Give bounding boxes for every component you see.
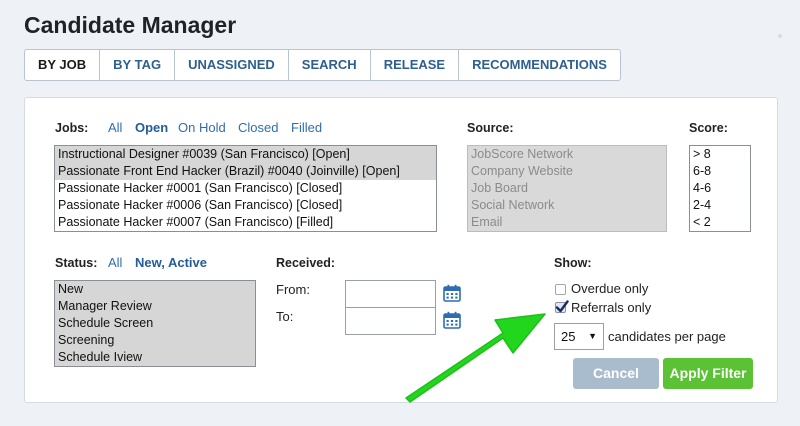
status-listbox[interactable]: New Manager Review Schedule Screen Scree…: [54, 280, 256, 367]
caret-down-icon: ▼: [588, 331, 597, 341]
referrals-checkbox[interactable]: [555, 300, 569, 313]
list-item[interactable]: < 2: [690, 214, 750, 231]
list-item[interactable]: Manager Review: [55, 298, 255, 315]
calendar-icon[interactable]: [443, 311, 461, 329]
score-listbox[interactable]: > 8 6-8 4-6 2-4 < 2: [689, 145, 751, 232]
jobs-listbox[interactable]: Instructional Designer #0039 (San Franci…: [54, 145, 437, 232]
page-title: Candidate Manager: [24, 12, 237, 38]
jobs-filter-filled[interactable]: Filled: [291, 120, 322, 135]
to-date-input[interactable]: [345, 307, 436, 335]
tab-bar: BY JOB BY TAG UNASSIGNED SEARCH RELEASE …: [24, 49, 621, 81]
tab-by-tag[interactable]: BY TAG: [100, 50, 176, 80]
list-item[interactable]: Screening: [55, 332, 255, 349]
from-label: From:: [276, 282, 310, 297]
per-page-select[interactable]: 25 ▼: [554, 323, 604, 350]
overdue-checkbox[interactable]: [555, 284, 566, 295]
list-item[interactable]: 2-4: [690, 197, 750, 214]
source-listbox[interactable]: JobScore Network Company Website Job Boa…: [467, 145, 667, 232]
tab-release[interactable]: RELEASE: [371, 50, 460, 80]
checkmark-icon: [555, 300, 569, 313]
list-item: Job Board: [471, 181, 528, 195]
show-label: Show:: [554, 256, 592, 270]
jobs-filter-on-hold[interactable]: On Hold: [178, 120, 226, 135]
to-label: To:: [276, 309, 294, 324]
score-label: Score:: [689, 121, 728, 135]
list-item[interactable]: > 8: [690, 146, 750, 163]
overdue-label: Overdue only: [571, 281, 649, 296]
from-date-input[interactable]: [345, 280, 436, 308]
tab-unassigned[interactable]: UNASSIGNED: [175, 50, 289, 80]
jobs-filter-all[interactable]: All: [108, 120, 122, 135]
list-item[interactable]: Passionate Front End Hacker (Brazil) #00…: [55, 163, 436, 180]
list-item: Email: [471, 215, 503, 229]
per-page-value: 25: [561, 329, 576, 344]
jobs-filter-closed[interactable]: Closed: [238, 120, 278, 135]
filter-panel: Jobs: All Open On Hold Closed Filled Ins…: [24, 97, 778, 403]
status-filter-new-active[interactable]: New, Active: [135, 255, 207, 270]
calendar-icon[interactable]: [443, 284, 461, 302]
status-filter-all[interactable]: All: [108, 255, 122, 270]
status-label: Status:: [55, 256, 98, 270]
list-item[interactable]: Schedule Screen: [55, 315, 255, 332]
tab-search[interactable]: SEARCH: [289, 50, 371, 80]
list-item[interactable]: Passionate Hacker #0001 (San Francisco) …: [55, 180, 436, 197]
referrals-label: Referrals only: [571, 300, 652, 315]
received-label: Received:: [276, 256, 336, 270]
list-item[interactable]: 4-6: [690, 180, 750, 197]
jobs-filter-open[interactable]: Open: [135, 120, 168, 135]
list-item[interactable]: Passionate Hacker #0007 (San Francisco) …: [55, 214, 436, 231]
decorative-dot: [778, 34, 782, 38]
list-item[interactable]: Passionate Hacker #0006 (San Francisco) …: [55, 197, 436, 214]
list-item: Company Website: [471, 164, 573, 178]
per-page-label: candidates per page: [608, 329, 726, 344]
list-item[interactable]: 6-8: [690, 163, 750, 180]
source-label: Source:: [467, 121, 514, 135]
jobs-label: Jobs:: [55, 121, 89, 135]
tab-by-job[interactable]: BY JOB: [25, 50, 101, 80]
apply-filter-button[interactable]: Apply Filter: [663, 358, 753, 389]
list-item: Social Network: [471, 198, 555, 212]
tab-recommendations[interactable]: RECOMMENDATIONS: [459, 50, 620, 80]
cancel-button[interactable]: Cancel: [573, 358, 659, 389]
list-item[interactable]: Schedule Iview: [55, 349, 255, 366]
list-item[interactable]: Instructional Designer #0039 (San Franci…: [55, 146, 436, 163]
list-item[interactable]: New: [55, 281, 255, 298]
list-item: JobScore Network: [471, 147, 574, 161]
